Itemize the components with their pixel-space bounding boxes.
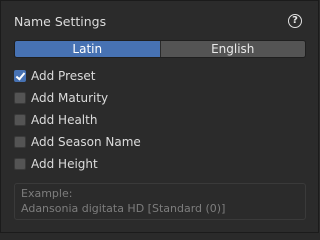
add-season-name-row[interactable]: Add Season Name [14,134,141,150]
add-maturity-row[interactable]: Add Maturity [14,90,108,106]
add-preset-label: Add Preset [31,69,96,83]
add-health-checkbox[interactable] [14,114,26,126]
add-preset-row[interactable]: Add Preset [14,68,95,84]
add-preset-checkbox[interactable] [14,70,26,82]
latin-option[interactable]: Latin [15,41,160,57]
question-circle-icon[interactable]: ? [288,14,302,28]
add-maturity-label: Add Maturity [31,91,109,105]
example-title: Example: [21,187,73,200]
name-language-toggle: Latin English [14,40,306,58]
english-option[interactable]: English [159,41,305,57]
add-health-row[interactable]: Add Health [14,112,97,128]
add-season-name-checkbox[interactable] [14,136,26,148]
add-season-name-label: Add Season Name [31,135,141,149]
add-height-label: Add Height [31,157,98,171]
example-preview: Example: Adansonia digitata HD [Standard… [14,183,306,220]
add-height-checkbox[interactable] [14,158,26,170]
add-maturity-checkbox[interactable] [14,92,26,104]
name-settings-panel: Name Settings ? Latin English Add Preset… [0,0,319,233]
add-health-label: Add Health [31,113,98,127]
add-height-row[interactable]: Add Height [14,156,98,172]
panel-title: Name Settings [14,14,107,29]
example-value: Adansonia digitata HD [Standard (0)] [21,202,226,215]
